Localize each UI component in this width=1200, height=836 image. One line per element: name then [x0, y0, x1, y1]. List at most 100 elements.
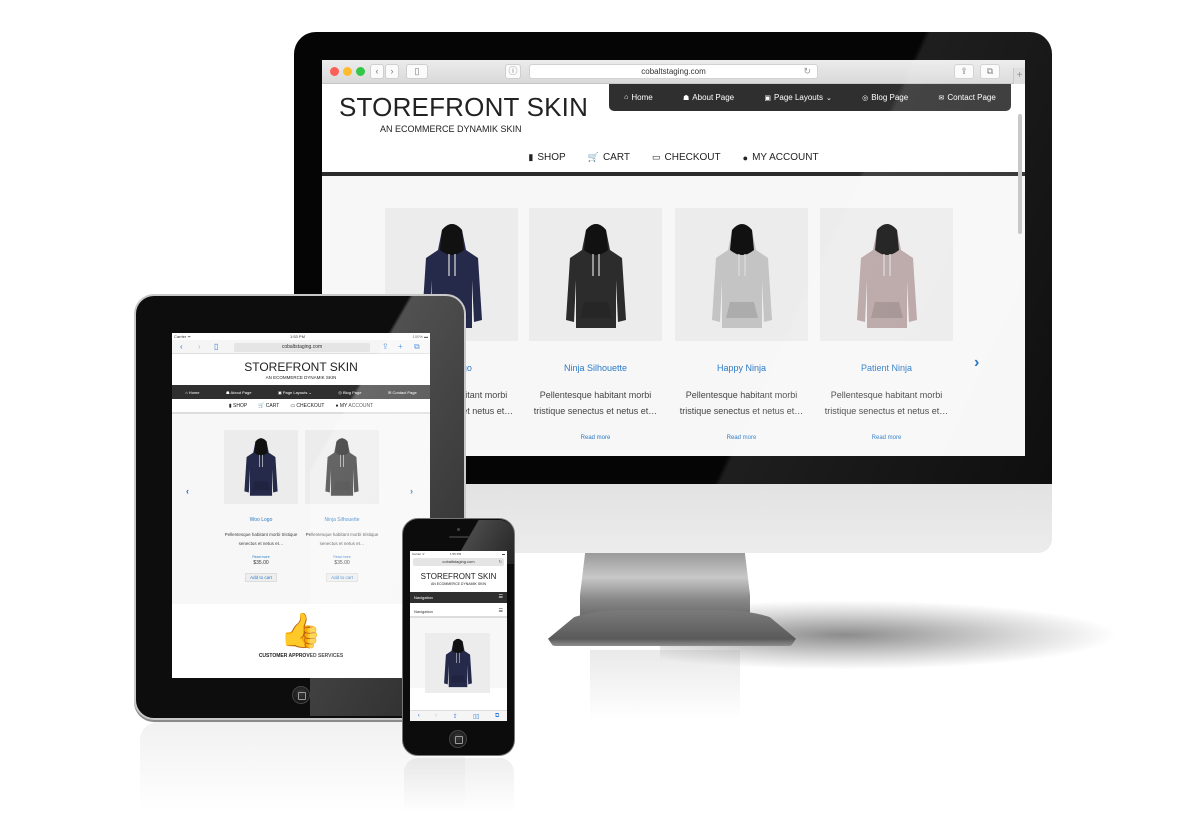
nav-shop[interactable]: ▮ SHOP: [528, 152, 565, 163]
money-icon: ▭: [651, 152, 661, 162]
product-image[interactable]: [425, 633, 490, 693]
vertical-scrollbar[interactable]: [1018, 114, 1022, 234]
nav-about-page[interactable]: ☗ About Page: [226, 390, 251, 395]
close-window-button[interactable]: [330, 67, 339, 76]
nav-contact-page[interactable]: ✉ Contact Page: [388, 390, 417, 395]
nav-checkout[interactable]: ▭ CHECKOUT: [652, 152, 721, 163]
product-description: Pellentesque habitant morbi tristique se…: [224, 532, 298, 546]
address-bar[interactable]: cobaltstaging.com ↻: [413, 558, 504, 566]
product-image[interactable]: [224, 430, 298, 504]
hoodie-image: [856, 224, 917, 328]
tablet-screen: Carrier ᯤ 1:53 PM 100% ▬ ‹ › ▯ cobaltsta…: [172, 333, 430, 678]
product-name[interactable]: Patient Ninja: [820, 363, 953, 373]
address-bar[interactable]: cobaltstaging.com ↻: [529, 64, 818, 79]
product-image[interactable]: [305, 430, 379, 504]
forward-icon[interactable]: ›: [198, 342, 201, 351]
ipad-home-button[interactable]: [292, 686, 310, 704]
nav-blog-page[interactable]: ◎ Blog Page: [862, 93, 908, 102]
primary-navigation-toggle[interactable]: Navigation ☰: [410, 592, 507, 603]
read-more-link[interactable]: Read more: [305, 555, 379, 559]
product-card: Patient Ninja Pellentesque habitant morb…: [820, 208, 953, 441]
nav-cart[interactable]: 🛒 CART: [588, 152, 630, 163]
nav-contact-page[interactable]: ✉ Contact Page: [938, 93, 995, 102]
product-image[interactable]: [529, 208, 662, 341]
forward-icon[interactable]: ›: [385, 64, 399, 79]
user-icon: ●: [742, 152, 749, 163]
hoodie-image: [244, 438, 278, 496]
product-name[interactable]: Happy Ninja: [675, 363, 808, 373]
iphone-reflection: [404, 758, 514, 813]
carousel-prev-icon[interactable]: ‹: [186, 486, 189, 496]
read-more-link[interactable]: Read more: [675, 435, 808, 441]
product-image[interactable]: [820, 208, 953, 341]
back-icon[interactable]: ‹: [418, 713, 420, 719]
nav-my-account[interactable]: ● MY ACCOUNT: [743, 152, 819, 163]
forward-icon[interactable]: ›: [435, 713, 437, 719]
nav-about-page[interactable]: ☗ About Page: [683, 93, 734, 102]
tabs-icon[interactable]: ⧉: [495, 713, 499, 720]
site-title[interactable]: STOREFRONT SKIN: [172, 360, 430, 374]
add-to-cart-button[interactable]: Add to cart: [326, 573, 358, 582]
nav-cart[interactable]: 🛒 CART: [258, 403, 279, 409]
hoodie-pocket: [252, 481, 270, 491]
read-more-link[interactable]: Read more: [224, 555, 298, 559]
product-description: Pellentesque habitant morbi tristique se…: [824, 390, 949, 416]
imac-stand-reflection: [590, 650, 740, 720]
tabs-icon[interactable]: ⧉: [414, 342, 420, 352]
maximize-window-button[interactable]: [356, 67, 365, 76]
menu-icon: ☰: [498, 608, 503, 614]
browser-toolbar: ‹ › ▯ ⓘ cobaltstaging.com ↻ ⇪ ⧉ +: [322, 60, 1025, 84]
product-area: [410, 618, 507, 693]
hoodie-image: [711, 224, 772, 328]
read-more-link[interactable]: Read more: [529, 435, 662, 441]
carousel-next-icon[interactable]: ›: [410, 486, 413, 496]
nav-home[interactable]: ⌂ Home: [185, 390, 199, 395]
hoodie-pocket: [870, 302, 903, 318]
reload-icon[interactable]: ↻: [803, 65, 811, 78]
nav-page-layouts[interactable]: ▣ Page Layouts ⌄: [278, 390, 312, 395]
hoodie-image: [443, 638, 472, 688]
iphone-home-button[interactable]: [449, 730, 467, 748]
url-text: cobaltstaging.com: [281, 344, 323, 350]
site-title[interactable]: STOREFRONT SKIN: [339, 92, 588, 123]
nav-page-layouts[interactable]: ▣ Page Layouts ⌄: [764, 93, 831, 102]
minimize-window-button[interactable]: [343, 67, 352, 76]
read-more-link[interactable]: Read more: [820, 435, 953, 441]
menu-icon: ☰: [498, 594, 503, 600]
new-tab-icon[interactable]: +: [398, 342, 403, 351]
carousel-next-icon[interactable]: ›: [974, 354, 979, 372]
share-icon[interactable]: ⇪: [453, 713, 458, 720]
tabs-icon[interactable]: ⧉: [980, 64, 1000, 79]
product-image[interactable]: [675, 208, 808, 341]
secondary-navigation-toggle[interactable]: Navigation ☰: [410, 605, 507, 618]
product-name[interactable]: Ninja Silhouette: [305, 517, 379, 523]
nav-blog-page[interactable]: ◎ Blog Page: [338, 390, 361, 395]
bookmarks-icon[interactable]: ▯: [214, 342, 218, 351]
reload-icon[interactable]: ↻: [499, 558, 502, 566]
product-price: $35.00: [334, 560, 350, 566]
add-to-cart-button[interactable]: Add to cart: [245, 573, 277, 582]
new-tab-icon[interactable]: +: [1013, 68, 1025, 84]
hoodie-hood: [254, 438, 268, 456]
nav-label: MY ACCOUNT: [752, 152, 819, 163]
nav-shop[interactable]: ▮ SHOP: [229, 403, 247, 409]
share-icon[interactable]: ⇪: [382, 342, 389, 351]
back-icon[interactable]: ‹: [180, 342, 183, 351]
site-title[interactable]: STOREFRONT SKIN: [410, 572, 507, 581]
product-description: Pellentesque habitant morbi tristique se…: [679, 390, 804, 416]
sidebar-icon[interactable]: ▯: [406, 64, 428, 79]
hoodie-hood: [451, 638, 464, 654]
ios-safari-toolbar: ‹ › ▯ cobaltstaging.com ⇪ + ⧉: [172, 340, 430, 354]
product-carousel: ‹ Woo Logo Pellentesque habitant morbi t…: [172, 414, 430, 604]
nav-label: SHOP: [537, 152, 566, 163]
product-name[interactable]: Ninja Silhouette: [529, 363, 662, 373]
back-icon[interactable]: ‹: [370, 64, 384, 79]
nav-checkout[interactable]: ▭ CHECKOUT: [290, 403, 324, 409]
address-bar[interactable]: cobaltstaging.com: [234, 343, 370, 352]
privacy-icon[interactable]: ⓘ: [505, 64, 521, 79]
nav-my-account[interactable]: ● MY ACCOUNT: [335, 403, 373, 409]
share-icon[interactable]: ⇪: [954, 64, 974, 79]
product-name[interactable]: Woo Logo: [224, 517, 298, 523]
bookmarks-icon[interactable]: ▯▯: [473, 713, 480, 720]
nav-home[interactable]: ⌂ Home: [624, 93, 653, 102]
